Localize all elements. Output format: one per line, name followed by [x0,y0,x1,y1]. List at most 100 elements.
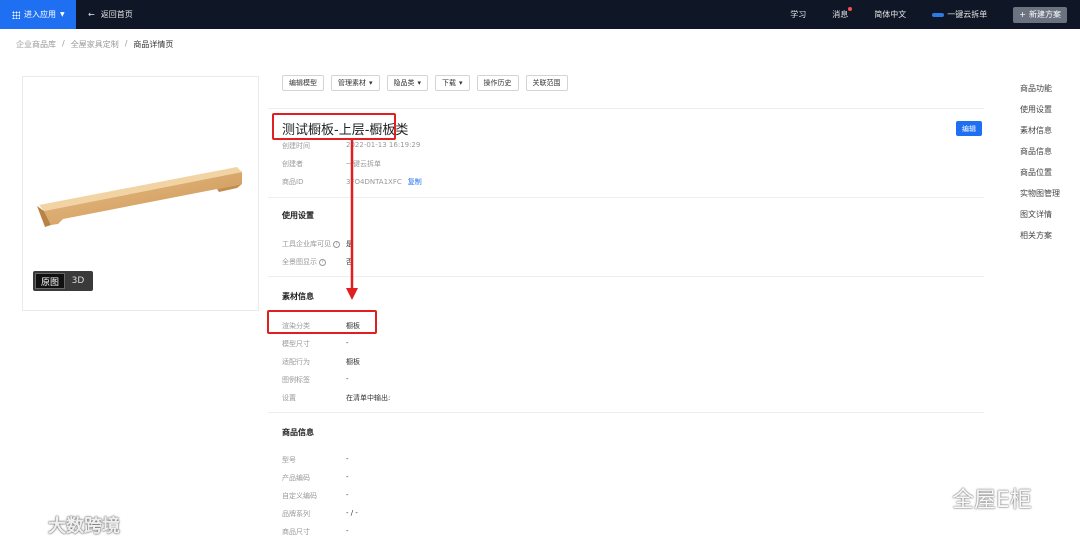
brand-series-label: 品牌系列 [282,510,310,518]
settings-label: 设置 [282,394,296,402]
breadcrumb-item[interactable]: 企业商品库 [16,39,56,50]
watermark-right: 全屋E柜 [906,482,1032,514]
manage-material-label: 管理素材 [338,79,366,87]
original-image-tab[interactable]: 原图 [35,273,65,289]
nav-item-photos[interactable]: 实物图管理 [1020,189,1060,198]
highlight-box [267,310,377,334]
material-heading: 素材信息 [282,292,314,301]
learn-link[interactable]: 学习 [790,9,806,20]
nav-item-details[interactable]: 图文详情 [1020,210,1060,219]
scope-button[interactable]: 关联范围 [525,75,568,91]
top-right-menu: 学习 消息 简体中文 一键云拆单 + 新建方案 [790,0,1080,29]
edit-model-button[interactable]: 编辑模型 [282,75,324,91]
action-toolbar: 编辑模型 管理素材 ▾ 隐品类 ▾ 下载 ▾ 操作历史 关联范围 [282,75,568,91]
nav-item-location[interactable]: 商品位置 [1020,168,1060,177]
cloud-split-link[interactable]: 一键云拆单 [932,9,987,20]
nav-item-usage[interactable]: 使用设置 [1020,105,1060,114]
brand-logo-icon [8,515,39,536]
help-icon[interactable]: ? [333,240,340,248]
tool-visible-field: 工具企业库可见? [282,239,340,249]
scope-label: 关联范围 [532,79,561,87]
nav-item-material[interactable]: 素材信息 [1020,126,1060,135]
breadcrumb: 企业商品库 / 全屋家具定制 / 商品详情页 [16,39,173,50]
top-navbar: 进入应用 ▼ ← 返回首页 学习 消息 简体中文 一键云拆单 + 新建方案 [0,0,1080,29]
highlight-box [272,113,396,140]
goods-size-label: 商品尺寸 [282,528,310,536]
cloud-split-label: 一键云拆单 [947,10,988,19]
arrow-left-icon: ← [88,10,95,19]
goods-size-value: - [346,527,349,535]
copy-link[interactable]: 复制 [408,178,422,186]
model-size-label: 模型尺寸 [282,340,310,348]
match-behavior-value: 橱板 [346,358,360,366]
nav-item-plans[interactable]: 相关方案 [1020,231,1060,240]
3d-tab[interactable]: 3D [65,273,91,289]
brand-series-value: - / - [346,509,358,517]
divider [268,276,984,277]
enter-app-label: 进入应用 [24,10,56,19]
language-select[interactable]: 简体中文 [874,9,906,20]
watermark-left-text: 大数跨境 [48,516,120,537]
view-mode-toggle[interactable]: 原图 3D [33,271,93,291]
divider [268,412,984,413]
model-no-label: 型号 [282,456,296,464]
back-home-label: 返回首页 [100,10,133,19]
caret-down-icon: ▼ [60,11,65,18]
breadcrumb-separator: / [62,39,65,48]
breadcrumb-separator: / [124,39,128,48]
edit-model-label: 编辑模型 [289,79,317,87]
caret-down-icon: ▾ [369,79,373,87]
download-dropdown[interactable]: 下载 ▾ [435,75,470,91]
notification-dot [848,7,853,11]
match-behavior-label: 适配行为 [282,358,310,366]
new-plan-button[interactable]: + 新建方案 [1013,6,1067,23]
product-code-value: - [346,473,349,481]
plus-icon: + [1019,10,1026,19]
panorama-label: 全景图显示 [282,258,317,266]
watermark-left: 大数跨境 [8,512,120,538]
divider [268,108,984,109]
messages-link[interactable]: 消息 [832,7,853,20]
product-preview: 原图 3D [22,76,259,311]
hide-category-dropdown[interactable]: 隐品类 ▾ [386,75,429,91]
section-nav: 商品功能 使用设置 素材信息 商品信息 商品位置 实物图管理 图文详情 相关方案 [1020,84,1060,240]
creator-label: 创建者 [282,160,303,168]
edit-button[interactable]: 编辑 [956,121,982,136]
nav-item-features[interactable]: 商品功能 [1020,84,1060,93]
manage-material-dropdown[interactable]: 管理素材 ▾ [331,75,380,91]
settings-value: 在清单中输出: [346,394,391,402]
cloud-icon [932,12,945,17]
caret-down-icon: ▾ [459,79,463,87]
help-icon[interactable]: ? [319,258,326,266]
model-size-value: - [346,339,349,347]
product-code-label: 产品编码 [282,474,310,482]
divider [268,197,984,198]
model-no-value: - [346,455,349,463]
caret-down-icon: ▾ [417,79,422,87]
tool-visible-label: 工具企业库可见 [282,240,331,248]
custom-code-value: - [346,491,349,499]
goods-heading: 商品信息 [282,428,314,437]
usage-heading: 使用设置 [282,211,314,220]
legend-tag-label: 图例标签 [282,376,310,384]
breadcrumb-item[interactable]: 全屋家具定制 [71,39,119,50]
history-button[interactable]: 操作历史 [476,75,519,91]
back-home-link[interactable]: ← 返回首页 [88,0,133,29]
grid-icon [12,10,20,19]
hide-category-label: 隐品类 [393,79,415,87]
created-time-label: 创建时间 [282,142,310,150]
new-plan-label: 新建方案 [1029,10,1061,19]
nav-item-goods[interactable]: 商品信息 [1020,147,1060,156]
wechat-icon [907,485,942,510]
product-id-label: 商品ID [282,178,304,186]
breadcrumb-current: 商品详情页 [133,40,174,49]
messages-label: 消息 [832,10,849,19]
red-arrow [346,140,358,300]
enter-app-button[interactable]: 进入应用 ▼ [0,0,76,29]
download-label: 下载 [442,79,457,87]
legend-tag-value: - [346,375,349,383]
panorama-field: 全景图显示? [282,257,326,267]
watermark-right-text: 全屋E柜 [952,488,1032,513]
custom-code-label: 自定义编码 [282,492,317,500]
history-label: 操作历史 [483,79,512,87]
